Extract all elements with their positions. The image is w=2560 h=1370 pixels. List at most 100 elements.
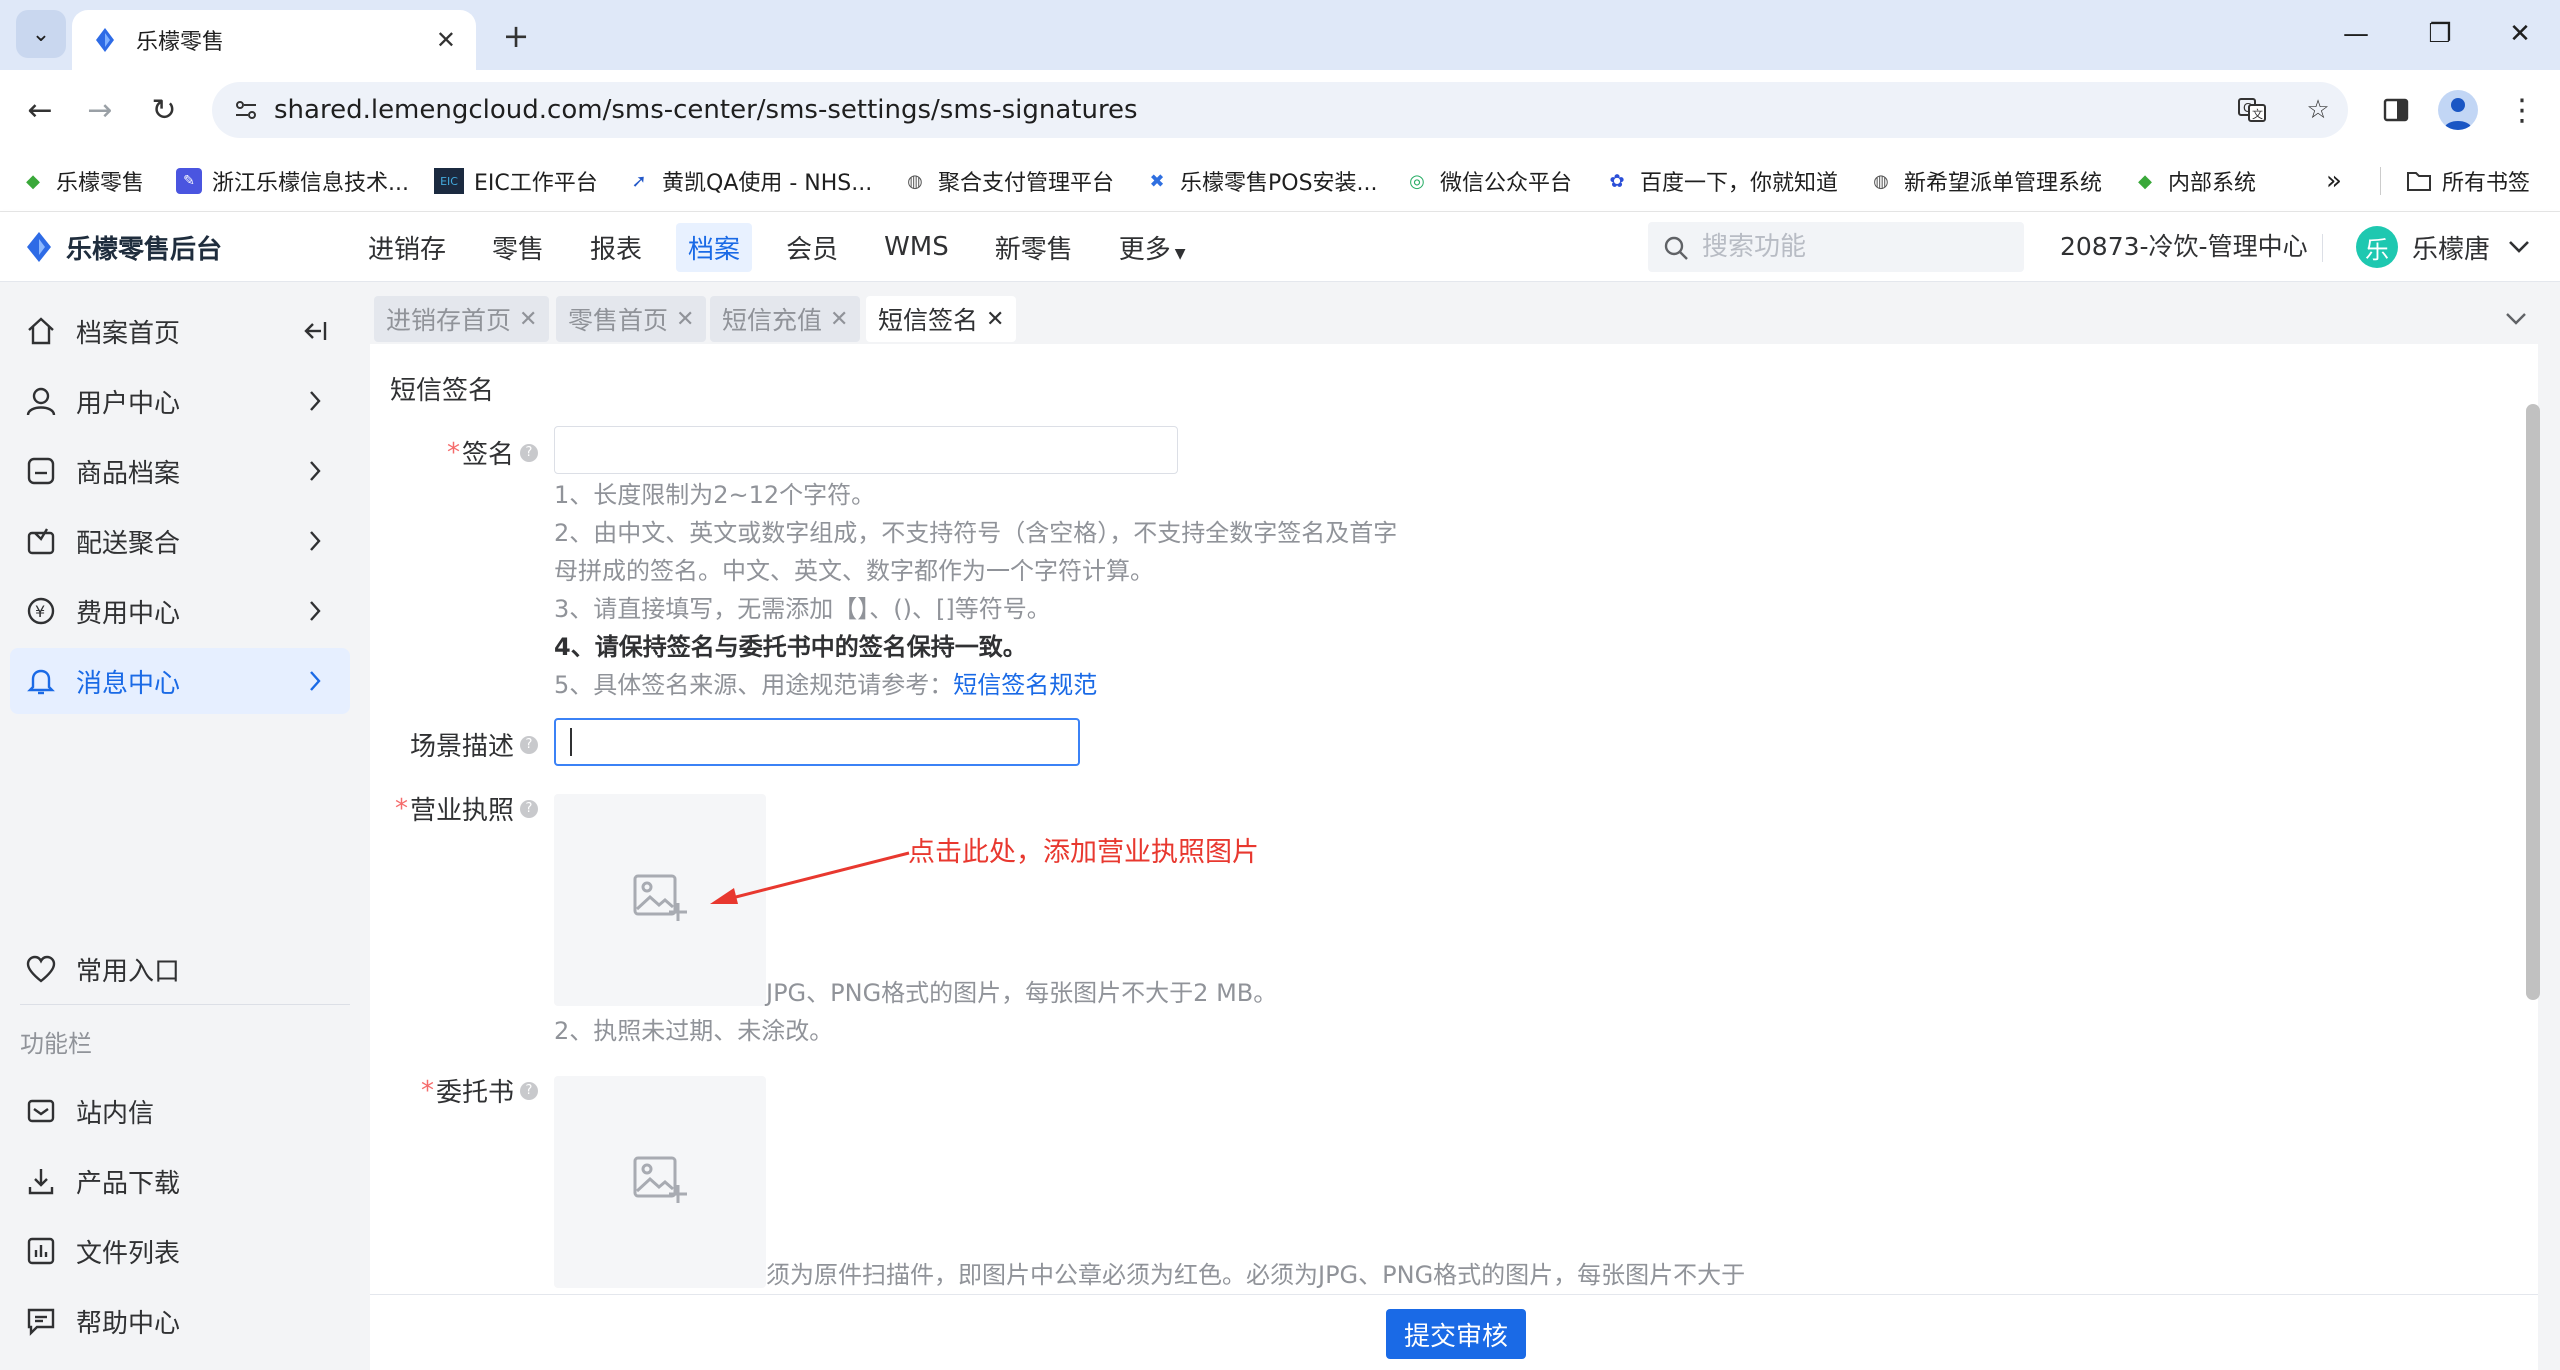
minimize-button[interactable]: — xyxy=(2326,14,2386,54)
collapse-sidebar-icon[interactable] xyxy=(300,316,330,346)
chevron-right-icon xyxy=(300,386,330,416)
sidebar-item-help-center[interactable]: 帮助中心 xyxy=(10,1288,350,1354)
bookmark-item[interactable]: ✖ 乐檬零售POS安装... xyxy=(1144,150,1377,212)
site-info-icon[interactable] xyxy=(232,96,260,124)
sidebar-item-inbox[interactable]: 站内信 xyxy=(10,1078,350,1144)
baidu-paw-icon: ✿ xyxy=(1609,170,1625,192)
lemeng-favicon-icon xyxy=(92,27,118,53)
power-of-attorney-hint: 须为原件扫描件，即图片中公章必须为红色。必须为JPG、PNG格式的图片，每张图片… xyxy=(766,1261,1746,1289)
forward-button[interactable]: → xyxy=(76,86,124,134)
function-search[interactable] xyxy=(1648,222,2024,272)
nav-item-archives[interactable]: 档案 xyxy=(676,222,753,272)
scene-description-input[interactable] xyxy=(554,718,1080,766)
sidebar-item-file-list[interactable]: 文件列表 xyxy=(10,1218,350,1284)
bookmark-item[interactable]: ◍ 新希望派单管理系统 xyxy=(1868,150,2102,212)
page-tab-sms-recharge[interactable]: 短信充值 ✕ xyxy=(710,296,861,342)
help-icon[interactable]: ? xyxy=(520,735,538,754)
bookmark-item[interactable]: ◆ 乐檬零售 xyxy=(20,150,144,212)
profile-avatar-icon[interactable] xyxy=(2438,90,2478,130)
bookmark-item[interactable]: ➚ 黄凯QA使用 - NHS... xyxy=(626,150,872,212)
url-text[interactable]: shared.lemengcloud.com/sms-center/sms-se… xyxy=(274,82,1138,138)
org-selector[interactable]: 20873-冷饮-管理中心 xyxy=(2060,212,2308,282)
sidebar-item-delivery[interactable]: 配送聚合 xyxy=(10,508,350,574)
side-panel-icon[interactable] xyxy=(2374,88,2418,132)
page-tab-inventory-home[interactable]: 进销存首页 ✕ xyxy=(374,296,550,342)
bookmark-item[interactable]: ◆ 内部系统 xyxy=(2132,150,2256,212)
product-box-icon xyxy=(24,454,58,488)
signature-hint: 母拼成的签名。中文、英文、数字都作为一个字符计算。 xyxy=(554,557,1154,585)
sms-signature-spec-link[interactable]: 短信签名规范 xyxy=(953,671,1097,699)
new-tab-button[interactable]: + xyxy=(494,14,538,58)
help-icon[interactable]: ? xyxy=(520,443,538,462)
sidebar-item-user-center[interactable]: 用户中心 xyxy=(10,368,350,434)
browser-menu-icon[interactable]: ⋮ xyxy=(2500,88,2544,132)
nav-item-more[interactable]: 更多 ▼ xyxy=(1107,223,1198,272)
submit-review-button[interactable]: 提交审核 xyxy=(1386,1309,1526,1359)
browser-tab-bar: ⌄ 乐檬零售 ✕ + — ❐ ✕ xyxy=(0,0,2560,70)
sidebar-item-archive-home[interactable]: 档案首页 xyxy=(10,298,350,364)
help-icon[interactable]: ? xyxy=(520,799,538,818)
sidebar-item-expense-center[interactable]: ¥ 费用中心 xyxy=(10,578,350,644)
tabs-dropdown-icon[interactable] xyxy=(2494,296,2538,342)
bookmark-item[interactable]: ✎ 浙江乐檬信息技术... xyxy=(176,150,409,212)
page-scrollbar[interactable] xyxy=(2526,404,2540,1000)
power-of-attorney-upload[interactable] xyxy=(554,1076,766,1288)
sidebar-item-label: 产品下载 xyxy=(76,1168,181,1199)
page-tab-retail-home[interactable]: 零售首页 ✕ xyxy=(556,296,707,342)
license-hint: 2、执照未过期、未涂改。 xyxy=(554,1017,834,1045)
bookmark-item[interactable]: ◎ 微信公众平台 xyxy=(1404,150,1572,212)
search-input[interactable] xyxy=(1702,222,2012,272)
bookmark-item[interactable]: ◍ 聚合支付管理平台 xyxy=(902,150,1114,212)
image-add-icon xyxy=(632,1155,688,1209)
close-icon[interactable]: ✕ xyxy=(986,307,1004,332)
all-bookmarks-button[interactable]: 所有书签 xyxy=(2406,150,2530,212)
nav-item-wms[interactable]: WMS xyxy=(872,226,961,268)
restore-button[interactable]: ❐ xyxy=(2410,14,2470,54)
translate-icon[interactable]: G文 xyxy=(2236,94,2268,126)
help-icon[interactable]: ? xyxy=(520,1081,538,1100)
tab-search-button[interactable]: ⌄ xyxy=(16,10,66,58)
close-window-button[interactable]: ✕ xyxy=(2490,14,2550,54)
address-bar[interactable]: shared.lemengcloud.com/sms-center/sms-se… xyxy=(212,82,2348,138)
jira-logo-icon: ➚ xyxy=(631,170,647,192)
required-mark: * xyxy=(420,1075,434,1106)
sidebar-item-label: 文件列表 xyxy=(76,1238,181,1269)
close-icon[interactable]: ✕ xyxy=(519,307,537,332)
sidebar-item-product-archive[interactable]: 商品档案 xyxy=(10,438,350,504)
signature-input[interactable] xyxy=(554,426,1178,474)
form-footer: 提交审核 xyxy=(370,1294,2538,1370)
annotation-arrow xyxy=(710,851,910,904)
package-icon xyxy=(24,524,58,558)
user-menu[interactable]: 乐 乐檬唐 xyxy=(2356,212,2530,282)
close-icon[interactable]: ✕ xyxy=(830,307,848,332)
nav-item-reports[interactable]: 报表 xyxy=(578,223,654,272)
sidebar-item-downloads[interactable]: 产品下载 xyxy=(10,1148,350,1214)
sidebar-item-message-center[interactable]: 消息中心 xyxy=(10,648,350,714)
nav-item-new-retail[interactable]: 新零售 xyxy=(983,223,1085,272)
nav-item-members[interactable]: 会员 xyxy=(774,223,850,272)
lemeng-logo-icon xyxy=(24,231,56,263)
sidebar-item-favorites[interactable]: 常用入口 xyxy=(10,936,350,1002)
more-bookmarks-icon[interactable]: » xyxy=(2326,150,2342,212)
caret-down-icon: ▼ xyxy=(1174,245,1186,262)
page-tab-sms-signature[interactable]: 短信签名 ✕ xyxy=(866,296,1017,342)
nav-item-retail[interactable]: 零售 xyxy=(480,223,556,272)
reload-button[interactable]: ↻ xyxy=(140,86,188,134)
close-icon[interactable]: ✕ xyxy=(676,307,694,332)
image-add-icon xyxy=(632,873,688,927)
chevron-right-icon xyxy=(300,456,330,486)
nav-item-inventory[interactable]: 进销存 xyxy=(356,223,458,272)
browser-tab[interactable]: 乐檬零售 ✕ xyxy=(72,10,476,70)
bookmark-item[interactable]: EIC EIC工作平台 xyxy=(434,150,598,212)
tab-close-icon[interactable]: ✕ xyxy=(436,26,456,54)
sidebar-item-label: 帮助中心 xyxy=(76,1308,181,1339)
back-button[interactable]: ← xyxy=(16,86,64,134)
annotation-text: 点击此处，添加营业执照图片 xyxy=(908,837,1259,868)
app-header: 乐檬零售后台 进销存 零售 报表 档案 会员 WMS 新零售 更多▼ 20873… xyxy=(0,212,2560,282)
app-logo[interactable]: 乐檬零售后台 xyxy=(24,212,222,282)
bookmark-item[interactable]: ✿ 百度一下，你就知道 xyxy=(1604,150,1838,212)
bookmark-star-icon[interactable]: ☆ xyxy=(2302,94,2334,126)
signature-label: * 签名 ? xyxy=(447,434,538,471)
required-mark: * xyxy=(394,793,408,824)
sidebar-item-label: 站内信 xyxy=(76,1098,155,1129)
